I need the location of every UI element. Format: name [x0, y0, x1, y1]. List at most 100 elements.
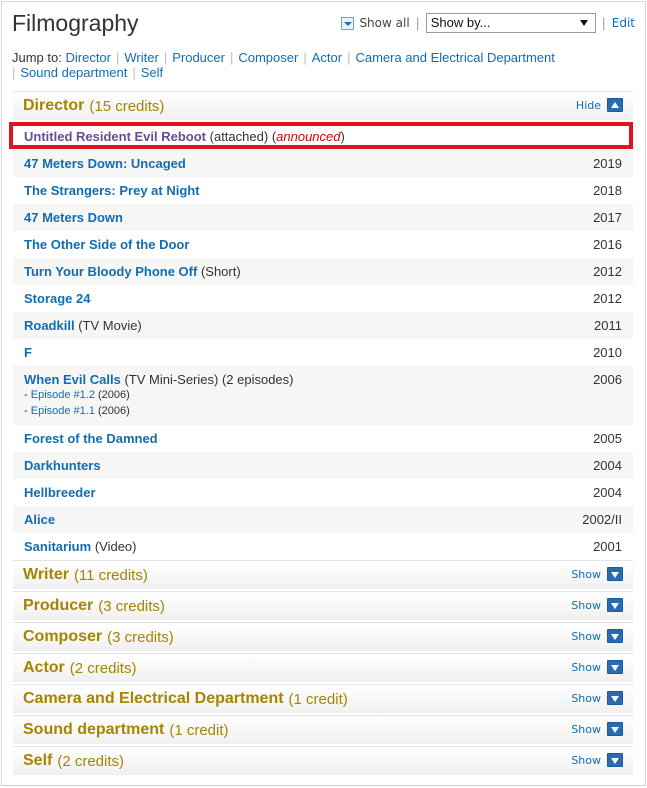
jump-director[interactable]: Director — [65, 50, 111, 65]
section-name: Actor — [23, 659, 65, 676]
credit-row: Forest of the Damned 2005 — [13, 425, 633, 452]
section-name: Sound department — [23, 721, 165, 738]
credit-title[interactable]: 47 Meters Down: Uncaged — [24, 156, 186, 171]
jump-label: Jump to: — [12, 50, 62, 65]
jump-writer[interactable]: Writer — [124, 50, 158, 65]
expand-icon — [607, 753, 623, 767]
expand-icon — [607, 629, 623, 643]
show-producer-toggle[interactable]: Show — [571, 598, 623, 612]
credit-title[interactable]: Forest of the Damned — [24, 431, 158, 446]
credit-title[interactable]: The Strangers: Prey at Night — [24, 183, 200, 198]
section-name: Producer — [23, 597, 94, 614]
section-count: (1 credit) — [169, 721, 229, 739]
page-title: Filmography — [12, 10, 139, 36]
credit-year: 2012 — [593, 264, 622, 279]
credit-row-highlighted: Untitled Resident Evil Reboot (attached)… — [9, 122, 633, 149]
credit-row: 47 Meters Down 2017 — [13, 204, 633, 231]
section-name: Composer — [23, 628, 103, 645]
episode-list: - Episode #1.2 (2006) - Episode #1.1 (20… — [24, 387, 623, 419]
show-sound-department-toggle[interactable]: Show — [571, 722, 623, 736]
credit-title[interactable]: When Evil Calls — [24, 372, 121, 387]
credit-title[interactable]: The Other Side of the Door — [24, 237, 189, 252]
section-header-actor: Actor (2 credits) Show — [13, 653, 633, 682]
section-name: Director — [23, 97, 85, 114]
section-name: Writer — [23, 566, 69, 583]
credit-title[interactable]: Turn Your Bloody Phone Off — [24, 264, 197, 279]
jump-producer[interactable]: Producer — [172, 50, 225, 65]
expand-icon — [607, 567, 623, 581]
episode-link[interactable]: Episode #1.2 — [31, 389, 95, 401]
hide-director-toggle[interactable]: Hide — [576, 98, 623, 112]
jump-to-nav: Jump to: Director | Writer | Producer | Compos… — [12, 50, 555, 80]
credit-year: 2016 — [593, 237, 622, 252]
jump-self[interactable]: Self — [141, 65, 163, 80]
show-self-toggle[interactable]: Show — [571, 753, 623, 767]
credit-year: 2012 — [593, 291, 622, 306]
credit-year: 2004 — [593, 485, 622, 500]
credit-title[interactable]: Darkhunters — [24, 458, 101, 473]
edit-link[interactable]: Edit — [612, 16, 635, 30]
episode-link[interactable]: Episode #1.1 — [31, 405, 95, 417]
section-header-camera-electrical: Camera and Electrical Department (1 cred… — [13, 684, 633, 713]
jump-actor[interactable]: Actor — [312, 50, 342, 65]
show-by-select[interactable]: Show by... — [425, 13, 596, 33]
section-count: (1 credit) — [288, 690, 348, 708]
credit-row: Turn Your Bloody Phone Off (Short) 2012 — [13, 258, 633, 285]
section-count: (3 credits) — [98, 597, 165, 615]
expand-icon — [607, 660, 623, 674]
section-header-writer: Writer (11 credits) Show — [13, 560, 633, 589]
credit-year: 2001 — [593, 539, 622, 554]
credit-title[interactable]: 47 Meters Down — [24, 210, 123, 225]
section-count: (3 credits) — [107, 628, 174, 646]
credit-row: Sanitarium (Video) 2001 — [13, 533, 633, 560]
show-all-toggle[interactable]: Show all — [341, 16, 410, 30]
section-header-composer: Composer (3 credits) Show — [13, 622, 633, 651]
section-header-director: Director (15 credits) Hide — [13, 91, 633, 120]
expand-icon — [607, 598, 623, 612]
show-camera-electrical-toggle[interactable]: Show — [571, 691, 623, 705]
show-actor-toggle[interactable]: Show — [571, 660, 623, 674]
show-by-value: Show by... — [430, 15, 491, 30]
jump-sound-department[interactable]: Sound department — [20, 65, 127, 80]
credit-year: 2011 — [594, 318, 622, 333]
credit-year: 2018 — [593, 183, 622, 198]
credit-title[interactable]: Sanitarium — [24, 539, 91, 554]
credit-row: The Other Side of the Door 2016 — [13, 231, 633, 258]
credit-year: 2006 — [593, 372, 622, 387]
show-writer-toggle[interactable]: Show — [571, 567, 623, 581]
credit-row: F 2010 — [13, 339, 633, 366]
section-name: Camera and Electrical Department — [23, 690, 284, 707]
credit-row: Roadkill (TV Movie) 2011 — [13, 312, 633, 339]
credit-title[interactable]: Storage 24 — [24, 291, 90, 306]
section-header-self: Self (2 credits) Show — [13, 746, 633, 775]
episode-item: - Episode #1.1 (2006) — [24, 405, 130, 417]
credit-year: 2019 — [593, 156, 622, 171]
credit-row: Darkhunters 2004 — [13, 452, 633, 479]
status-label: announced — [276, 129, 341, 144]
credit-row: Hellbreeder 2004 — [13, 479, 633, 506]
credit-year: 2010 — [593, 345, 622, 360]
credit-title[interactable]: Roadkill — [24, 318, 75, 333]
episode-item: - Episode #1.2 (2006) — [24, 389, 130, 401]
credit-title[interactable]: Hellbreeder — [24, 485, 96, 500]
filmography-toolbar: Show all | Show by... | Edit — [341, 12, 635, 34]
dropdown-caret-icon — [579, 20, 588, 26]
credit-year: 2005 — [593, 431, 622, 446]
jump-composer[interactable]: Composer — [238, 50, 298, 65]
credit-row: Alice 2002/II — [13, 506, 633, 533]
section-name: Self — [23, 752, 53, 769]
credit-row: 47 Meters Down: Uncaged 2019 — [13, 150, 633, 177]
credit-title[interactable]: F — [24, 345, 32, 360]
credit-title[interactable]: Untitled Resident Evil Reboot — [24, 129, 206, 144]
section-count: (11 credits) — [73, 566, 148, 584]
show-composer-toggle[interactable]: Show — [571, 629, 623, 643]
jump-camera-electrical[interactable]: Camera and Electrical Department — [355, 50, 554, 65]
credit-row: The Strangers: Prey at Night 2018 — [13, 177, 633, 204]
expand-all-icon — [341, 16, 355, 30]
expand-icon — [607, 691, 623, 705]
credit-year: 2017 — [593, 210, 622, 225]
credit-title[interactable]: Alice — [24, 512, 55, 527]
section-count: (2 credits) — [57, 752, 125, 770]
credit-year: 2002/II — [582, 512, 622, 527]
credit-row: When Evil Calls (TV Mini-Series) (2 epis… — [13, 366, 633, 425]
